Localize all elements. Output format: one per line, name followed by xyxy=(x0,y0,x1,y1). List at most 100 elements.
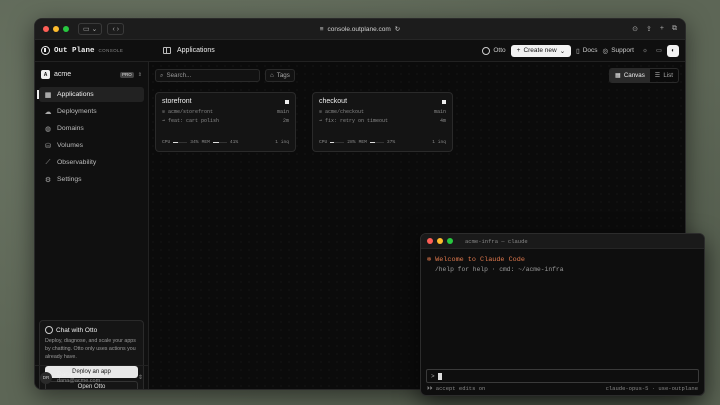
system-theme-icon[interactable]: ▭ xyxy=(653,45,665,57)
support-link[interactable]: ◎ Support xyxy=(603,47,634,55)
reload-icon[interactable]: ↻ xyxy=(395,25,400,33)
create-new-button[interactable]: + Create new ⌄ xyxy=(510,44,572,57)
sidebar-toggle-icon[interactable]: ▭ ⌄ xyxy=(78,23,103,35)
address-bar[interactable]: ≡ console.outplane.com ↻ xyxy=(320,25,401,34)
sidebar-item-domains[interactable]: ◍ Domains xyxy=(39,121,144,136)
sidebar-item-settings[interactable]: ⚙ Settings xyxy=(39,172,144,187)
otto-card-description: Deploy, diagnose, and scale your apps by… xyxy=(45,338,136,361)
search-input[interactable] xyxy=(166,72,247,79)
app-card-checkout[interactable]: checkout ⊙ acme/checkout main ⊸ fix: ret… xyxy=(312,92,453,152)
edit-mode-status: ⏵⏵ accept edits on xyxy=(427,385,486,392)
repo-name: acme/checkout xyxy=(325,109,365,115)
search-field[interactable]: ⌕ xyxy=(155,69,260,82)
sidebar-item-volumes[interactable]: ⛁ Volumes xyxy=(39,138,144,153)
tags-filter-button[interactable]: ⌂ Tags xyxy=(265,69,295,82)
sidebar-item-label: Volumes xyxy=(57,142,84,149)
commit-icon: ⊸ xyxy=(319,118,323,124)
mem-label: MEM xyxy=(201,140,210,145)
sidebar-item-label: Settings xyxy=(57,176,82,183)
otto-button[interactable]: Otto xyxy=(482,46,506,55)
terminal-prompt-input[interactable]: > xyxy=(426,369,699,383)
terminal-window: acme-infra — claude ✻ Welcome to Claude … xyxy=(420,233,705,396)
commit-message: fix: retry on timeout xyxy=(325,118,389,124)
sidebar-item-observability[interactable]: ⟋ Observability xyxy=(39,155,144,170)
branch-name: main xyxy=(433,109,446,115)
back-forward-buttons[interactable]: ‹ › xyxy=(107,23,125,35)
chart-icon: ⟋ xyxy=(45,158,51,166)
org-switcher[interactable]: A acme PRO ⇕ xyxy=(39,67,144,82)
app-header: Out Plane CONSOLE Applications Otto + Cr… xyxy=(35,40,685,62)
repo-line: ⊙ acme/checkout main xyxy=(319,109,446,115)
logo-subtitle: CONSOLE xyxy=(98,48,124,53)
mem-bar xyxy=(369,141,384,144)
maximize-window-button[interactable] xyxy=(63,26,69,32)
metrics-row: CPU 34% MEM 41% 1 inq xyxy=(162,140,289,145)
instance-count: 1 inq xyxy=(432,140,446,145)
cpu-bar-fill xyxy=(330,141,335,144)
sidebar-item-applications[interactable]: ▦ Applications xyxy=(37,87,144,102)
otto-icon xyxy=(45,326,53,334)
sidebar-item-deployments[interactable]: ☁ Deployments xyxy=(39,104,144,119)
panel-toggle-icon[interactable] xyxy=(163,47,171,54)
canvas-view-button[interactable]: ▦ Canvas xyxy=(609,69,650,82)
otto-card-title: Chat with Otto xyxy=(45,326,138,334)
list-view-button[interactable]: ☰ List xyxy=(650,69,678,82)
theme-switcher: ☼ ▭ ◐ xyxy=(639,44,679,57)
logo[interactable]: Out Plane CONSOLE xyxy=(41,46,155,55)
terminal-titlebar: acme-infra — claude xyxy=(421,234,704,249)
lifebuoy-icon: ◎ xyxy=(602,47,609,55)
commit-icon: ⊸ xyxy=(162,118,166,124)
site-settings-icon[interactable]: ≡ xyxy=(320,26,324,33)
user-name: Dana Reyes xyxy=(57,371,93,378)
repo-icon: ⊙ xyxy=(319,109,323,115)
docs-link[interactable]: ▯ Docs xyxy=(576,47,597,55)
grid-icon: ▦ xyxy=(614,72,621,79)
back-icon[interactable]: ‹ xyxy=(112,26,114,33)
mem-bar-fill xyxy=(369,141,376,144)
support-label: Support xyxy=(611,47,634,54)
download-icon[interactable]: ⊙ xyxy=(632,25,638,33)
grid-icon: ▦ xyxy=(44,91,52,99)
user-info: Dana Reyes dana@acme.com xyxy=(57,371,100,384)
minimize-window-button[interactable] xyxy=(53,26,59,32)
sidebar-item-label: Deployments xyxy=(57,108,97,115)
branch-name: main xyxy=(276,109,289,115)
new-tab-icon[interactable]: + xyxy=(660,25,664,33)
canvas-label: Canvas xyxy=(623,72,645,79)
docs-label: Docs xyxy=(582,47,598,54)
commit-line: ⊸ fix: retry on timeout 4m xyxy=(319,118,446,124)
tabs-overview-icon[interactable]: ⧉ xyxy=(672,25,677,33)
gear-icon: ⚙ xyxy=(44,176,52,184)
sidebar: A acme PRO ⇕ ▦ Applications ☁ Deployment… xyxy=(35,62,149,389)
repo-name: acme/storefront xyxy=(168,109,214,115)
cpu-value: 28% xyxy=(347,140,356,145)
terminal-status-bar: ⏵⏵ accept edits on claude-opus-5 · use-o… xyxy=(427,385,698,393)
cloud-icon: ☁ xyxy=(44,108,52,116)
terminal-title: acme-infra — claude xyxy=(465,237,528,245)
dark-theme-icon[interactable]: ◐ xyxy=(667,44,679,57)
close-window-button[interactable] xyxy=(43,26,49,32)
forward-icon[interactable]: › xyxy=(117,26,119,33)
user-menu[interactable]: DR Dana Reyes dana@acme.com ⇕ xyxy=(35,365,148,389)
create-new-label: Create new xyxy=(523,47,557,54)
list-label: List xyxy=(663,72,673,79)
browser-toolbar: ▭ ⌄ ‹ › ≡ console.outplane.com ↻ ⊙ ⇪ + ⧉ xyxy=(35,19,685,40)
commit-age: 2m xyxy=(282,118,289,124)
share-icon[interactable]: ⇪ xyxy=(646,25,652,33)
url-text: console.outplane.com xyxy=(327,25,391,33)
light-theme-icon[interactable]: ☼ xyxy=(639,45,651,57)
mem-value: 37% xyxy=(386,140,396,145)
plus-icon: + xyxy=(516,47,521,54)
metrics-row: CPU 28% MEM 37% 1 inq xyxy=(319,140,446,145)
cpu-bar xyxy=(173,141,188,144)
cpu-bar-fill xyxy=(173,141,179,144)
logo-text: Out Plane xyxy=(54,46,95,55)
minimize-window-button[interactable] xyxy=(437,238,443,244)
app-card-storefront[interactable]: storefront ⊙ acme/storefront main ⊸ feat… xyxy=(155,92,296,152)
avatar: DR xyxy=(40,371,52,384)
org-avatar: A xyxy=(41,70,50,79)
search-icon: ⌕ xyxy=(160,71,164,79)
maximize-window-button[interactable] xyxy=(447,238,453,244)
user-email: dana@acme.com xyxy=(57,378,101,384)
close-window-button[interactable] xyxy=(427,238,433,244)
